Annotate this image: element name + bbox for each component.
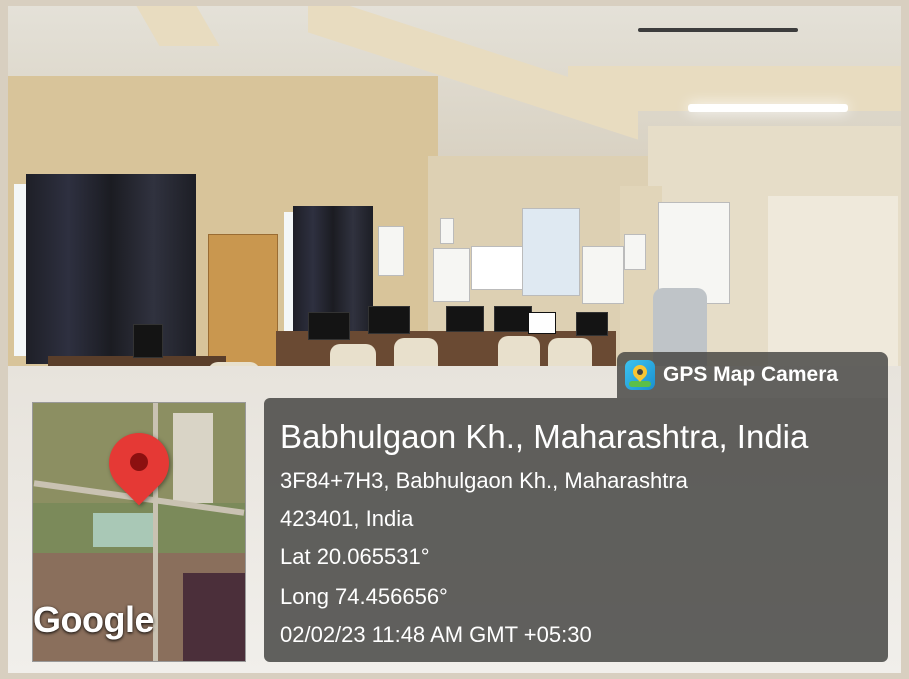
gps-map-camera-badge: GPS Map Camera: [617, 352, 888, 398]
address-line-1: 3F84+7H3, Babhulgaon Kh., Maharashtra: [280, 468, 688, 493]
monitor: [446, 306, 484, 332]
poster: [378, 226, 404, 276]
dark-field: [183, 573, 245, 661]
map-pin-app-icon: [625, 360, 655, 390]
building: [173, 413, 213, 503]
monitor: [576, 312, 608, 336]
portrait-frame: [624, 234, 646, 270]
latitude: Lat 20.065531°: [280, 544, 430, 569]
address-line-2: 423401, India: [280, 506, 414, 531]
longitude: Long 74.456656°: [280, 584, 448, 609]
poster: [433, 248, 470, 302]
badge-label: GPS Map Camera: [663, 363, 839, 386]
portrait-frame: [440, 218, 454, 244]
location-info-card: Babhulgaon Kh., Maharashtra, India 3F84+…: [264, 398, 888, 662]
tube-light: [688, 104, 848, 112]
partition: [768, 196, 898, 366]
satellite-map-thumbnail: Google: [32, 402, 246, 662]
monitor-screen: [528, 312, 556, 334]
timestamp: 02/02/23 11:48 AM GMT +05:30: [280, 622, 592, 647]
google-watermark: Google: [33, 599, 155, 640]
monitor: [368, 306, 410, 334]
poster: [522, 208, 580, 296]
monitor: [308, 312, 350, 340]
poster: [582, 246, 624, 304]
building: [93, 513, 153, 547]
curtain: [26, 174, 196, 364]
cpu-box: [133, 324, 163, 358]
ceiling-fan: [638, 28, 798, 32]
monitor: [494, 306, 532, 332]
location-title: Babhulgaon Kh., Maharashtra, India: [280, 418, 809, 455]
whiteboard: [471, 246, 525, 290]
